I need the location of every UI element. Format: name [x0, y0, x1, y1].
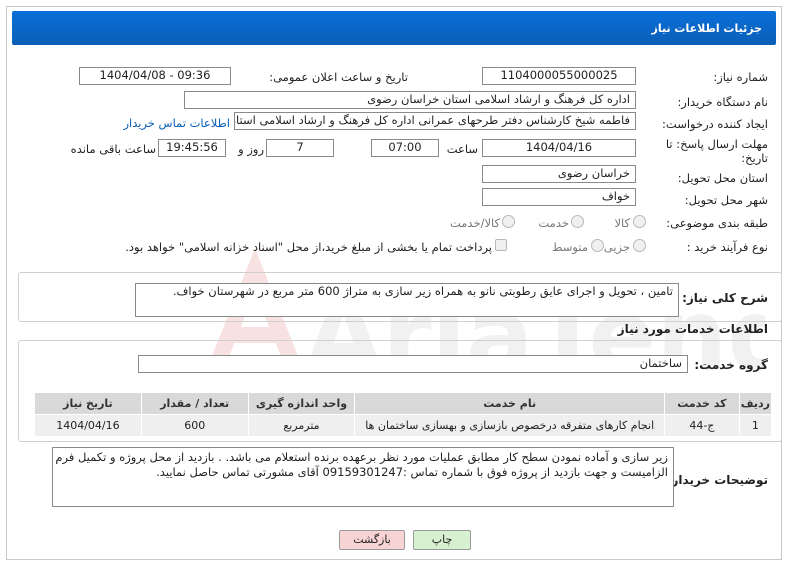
province-label: استان محل تحویل:: [677, 171, 768, 185]
announce-value: 1404/04/08 - 09:36: [79, 67, 231, 85]
need-number-label: شماره نیاز:: [713, 70, 768, 84]
process-radio-medium[interactable]: [591, 239, 604, 252]
category-label: طبقه بندی موضوعی:: [666, 216, 768, 230]
services-table: ردیف کد خدمت نام خدمت واحد اندازه گیری ت…: [34, 392, 773, 437]
treasury-payment-checkbox[interactable]: [495, 239, 507, 251]
col-row-number: ردیف: [738, 392, 773, 415]
col-unit: واحد اندازه گیری: [247, 392, 356, 415]
treasury-payment-note: پرداخت تمام یا بخشی از مبلغ خرید،از محل …: [125, 240, 492, 254]
city-value: خواف: [482, 188, 636, 206]
table-row: 1 ج-44 انجام کارهای متفرقه درخصوص بازساز…: [34, 414, 773, 437]
cell-quantity: 600: [140, 414, 249, 437]
category-radio-service[interactable]: [571, 215, 584, 228]
cell-row-number: 1: [738, 414, 773, 437]
buyer-notes-text: زیر سازی و آماده نمودن سطح کار مطابق عمل…: [52, 447, 674, 507]
summary-label: شرح کلی نیاز:: [682, 291, 768, 305]
cell-service-code: ج-44: [664, 414, 740, 437]
process-option-medium: متوسط: [551, 240, 588, 254]
summary-text: تامین ، تحویل و اجرای عایق رطوبتی نانو ب…: [135, 283, 679, 317]
category-option-both: کالا/خدمت: [449, 216, 500, 230]
print-button[interactable]: چاپ: [413, 530, 471, 550]
need-number-value: 1104000055000025: [482, 67, 636, 85]
table-header-row: ردیف کد خدمت نام خدمت واحد اندازه گیری ت…: [34, 392, 773, 415]
hour-label: ساعت: [446, 142, 478, 156]
col-service-code: کد خدمت: [664, 392, 740, 415]
buyer-contact-link[interactable]: اطلاعات تماس خریدار: [118, 116, 230, 130]
deadline-date: 1404/04/16: [482, 139, 636, 157]
buyer-org-value: اداره کل فرهنگ و ارشاد اسلامی استان خراس…: [184, 91, 636, 109]
remaining-time: 19:45:56: [158, 139, 226, 157]
category-option-goods: کالا: [614, 216, 630, 230]
process-label: نوع فرآیند خرید :: [686, 240, 768, 254]
category-radio-both[interactable]: [502, 215, 515, 228]
requester-label: ایجاد کننده درخواست:: [662, 117, 768, 131]
requester-value: فاطمه شیخ کارشناس دفتر طرحهای عمرانی ادا…: [234, 112, 636, 130]
service-group-value: ساختمان: [138, 355, 688, 373]
buyer-org-label: نام دستگاه خریدار:: [677, 95, 768, 109]
deadline-label: مهلت ارسال پاسخ: تا: [665, 137, 768, 151]
cell-unit: مترمربع: [247, 414, 356, 437]
deadline-time: 07:00: [371, 139, 439, 157]
days-value: 7: [266, 139, 334, 157]
city-label: شهر محل تحویل:: [684, 193, 768, 207]
remaining-label: ساعت باقی مانده: [70, 142, 156, 156]
buyer-notes-label: توضیحات خریدار:: [666, 473, 768, 487]
col-need-date: تاریخ نیاز: [34, 392, 142, 415]
col-service-name: نام خدمت: [354, 392, 665, 415]
cell-service-name: انجام کارهای متفرقه درخصوص بازسازی و بهس…: [354, 414, 665, 437]
page-title: جزئیات اطلاعات نیاز: [12, 11, 776, 45]
announce-label: تاریخ و ساعت اعلان عمومی:: [269, 70, 408, 84]
col-quantity: تعداد / مقدار: [140, 392, 249, 415]
deadline-label-date: تاریخ:: [741, 151, 768, 165]
days-label: روز و: [238, 142, 264, 156]
process-radio-minor[interactable]: [633, 239, 646, 252]
category-radio-goods[interactable]: [633, 215, 646, 228]
services-section-title: اطلاعات خدمات مورد نیاز: [617, 322, 768, 336]
service-group-label: گروه خدمت:: [694, 358, 768, 372]
cell-need-date: 1404/04/16: [34, 414, 142, 437]
province-value: خراسان رضوی: [482, 165, 636, 183]
category-option-service: خدمت: [538, 216, 569, 230]
back-button[interactable]: بازگشت: [339, 530, 405, 550]
